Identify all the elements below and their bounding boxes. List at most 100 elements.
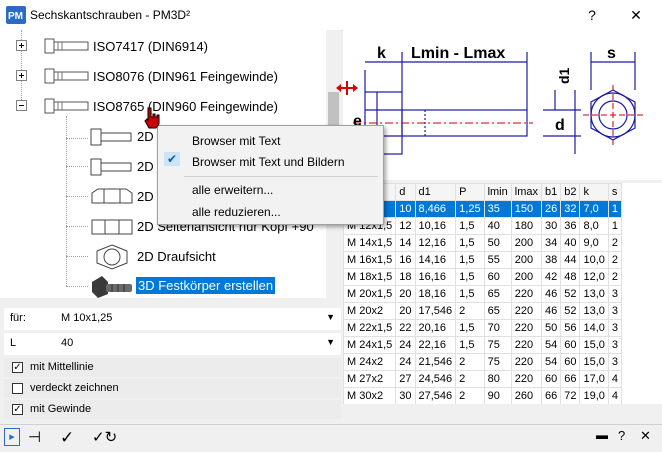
checkbox-verdeckt[interactable]: verdeckt zeichnen xyxy=(4,379,341,398)
table-row[interactable]: M 22x1,5 22 20,16 1,5 70 220 50 56 14,0 3 xyxy=(343,319,623,337)
table-header-cell[interactable]: b1 xyxy=(540,183,562,201)
table-row[interactable]: M 18x1,5 18 16,16 1,5 60 200 42 48 12,0 2 xyxy=(343,268,623,286)
table-cell: 18,16 xyxy=(414,285,457,303)
close-icon[interactable]: ✕ xyxy=(640,428,651,444)
help-icon[interactable]: ? xyxy=(618,428,625,443)
table-cell: 60 xyxy=(560,336,581,354)
length-label: L xyxy=(10,337,17,349)
table-cell: 42 xyxy=(540,268,562,286)
table-cell: 2 xyxy=(455,353,485,371)
expand-icon[interactable] xyxy=(16,70,27,81)
table-cell: 13,0 xyxy=(579,285,609,303)
menu-item-expand-all[interactable]: alle erweitern... xyxy=(192,183,273,197)
checkbox[interactable]: ✓ xyxy=(12,404,23,415)
table-cell: M 20x2 xyxy=(343,302,397,320)
menu-separator xyxy=(184,176,378,177)
table-header-cell[interactable]: lmax xyxy=(510,183,542,201)
table-cell: 9,0 xyxy=(579,234,609,252)
table-cell: 20 xyxy=(395,302,416,320)
table-cell: 40 xyxy=(483,217,512,235)
dim-k: k xyxy=(377,45,386,62)
minimize-icon[interactable]: ▬ xyxy=(596,428,608,442)
table-horizontal-scrollbar[interactable] xyxy=(343,404,662,419)
table-row[interactable]: 1,25108,4661,253515026327,01 xyxy=(343,200,623,218)
length-select[interactable]: L 40 ▼ xyxy=(4,333,341,355)
table-cell: 1,5 xyxy=(455,251,485,269)
table-cell: 4 xyxy=(607,370,623,388)
table-cell: 1,5 xyxy=(455,234,485,252)
table-cell: 30 xyxy=(540,217,562,235)
table-cell: 1,5 xyxy=(455,319,485,337)
table-cell: 3 xyxy=(607,285,623,303)
bolt-side-icon xyxy=(90,158,132,176)
table-cell: 48 xyxy=(560,268,581,286)
table-cell: 40 xyxy=(560,234,581,252)
table-cell: 1,5 xyxy=(455,336,485,354)
help-button[interactable]: ? xyxy=(572,4,612,26)
table-cell: 16 xyxy=(395,251,416,269)
table-row[interactable]: M 12x1,5 12 10,16 1,5 40 180 30 36 8,0 1 xyxy=(343,217,623,235)
tree-child-label: 2D xyxy=(137,159,154,174)
menu-item-browser-text[interactable]: Browser mit Text xyxy=(192,134,280,148)
window-title: Sechskantschrauben - PM3D² xyxy=(30,8,191,22)
expand-icon[interactable] xyxy=(16,40,27,51)
table-cell: 220 xyxy=(510,319,542,337)
table-header-cell[interactable]: d xyxy=(395,183,416,201)
table-cell: M 22x1,5 xyxy=(343,319,397,337)
pin-icon[interactable]: ⊣ xyxy=(28,428,41,446)
table-row[interactable]: M 20x2 20 17,546 2 65 220 46 52 13,0 3 xyxy=(343,302,623,320)
bottom-toolbar: ▸ ⊣ ✓ ✓↻ ▬ ? ✕ xyxy=(0,424,662,452)
table-cell: 150 xyxy=(510,200,542,218)
table-cell: 3 xyxy=(607,319,623,337)
table-cell: 54 xyxy=(540,353,562,371)
checkbox-gewinde[interactable]: ✓ mit Gewinde xyxy=(4,400,341,419)
menu-item-collapse-all[interactable]: alle reduzieren... xyxy=(192,205,281,219)
table-header-cell[interactable]: k xyxy=(579,183,609,201)
table-row[interactable]: M 24x2 24 21,546 2 75 220 54 60 15,0 3 xyxy=(343,353,623,371)
checkmark-icon: ✔ xyxy=(164,152,180,166)
table-cell: 20 xyxy=(395,285,416,303)
table-cell: 55 xyxy=(483,251,512,269)
table-row[interactable]: M 27x2 27 24,546 2 80 220 60 66 17,0 4 xyxy=(343,370,623,388)
apply-continue-icon[interactable]: ✓↻ xyxy=(92,428,117,446)
table-row[interactable]: M 30x2 30 27,546 2 90 260 66 72 19,0 4 xyxy=(343,387,623,405)
table-cell: 26 xyxy=(540,200,562,218)
table-cell: 220 xyxy=(510,302,542,320)
table-row[interactable]: M 20x1,5 20 18,16 1,5 65 220 46 52 13,0 3 xyxy=(343,285,623,303)
confirm-check-icon[interactable]: ✓ xyxy=(60,428,74,448)
table-cell: 1,5 xyxy=(455,285,485,303)
table-cell: 34 xyxy=(540,234,562,252)
table-cell: 46 xyxy=(540,285,562,303)
table-cell: 1,5 xyxy=(455,217,485,235)
table-header-cell[interactable]: P xyxy=(455,183,485,201)
table-cell: 17,0 xyxy=(579,370,609,388)
table-cell: 2 xyxy=(607,251,623,269)
table-cell: 20,16 xyxy=(414,319,457,337)
dropdown-arrow-icon: ▼ xyxy=(326,337,335,347)
panel-toggle-icon[interactable]: ▸ xyxy=(4,428,20,446)
collapse-icon[interactable] xyxy=(16,100,27,111)
checkbox-label: mit Gewinde xyxy=(30,403,92,415)
table-cell: M 16x1,5 xyxy=(343,251,397,269)
length-value: 40 xyxy=(61,337,74,349)
table-row[interactable]: M 24x1,5 24 22,16 1,5 75 220 54 60 15,0 3 xyxy=(343,336,623,354)
table-header-cell[interactable]: b2 xyxy=(560,183,581,201)
menu-item-browser-text-images[interactable]: Browser mit Text und Bildern xyxy=(192,155,345,169)
checkbox-mittellinie[interactable]: ✓ mit Mittellinie xyxy=(4,358,341,377)
table-row[interactable]: M 16x1,5 16 14,16 1,5 55 200 38 44 10,0 2 xyxy=(343,251,623,269)
checkbox[interactable]: ✓ xyxy=(12,362,23,373)
table-header-cell[interactable]: lmin xyxy=(483,183,512,201)
dimension-table[interactable]: dd1Plminlmaxb1b2ks 1,25108,4661,25351502… xyxy=(343,183,662,419)
table-row[interactable]: M 14x1,5 14 12,16 1,5 50 200 34 40 9,0 2 xyxy=(343,234,623,252)
table-cell: 200 xyxy=(510,251,542,269)
hand-cursor-icon xyxy=(144,107,160,129)
close-button[interactable]: ✕ xyxy=(616,4,656,26)
table-cell: 14,16 xyxy=(414,251,457,269)
table-cell: 19,0 xyxy=(579,387,609,405)
resize-splitter-icon[interactable] xyxy=(336,80,358,96)
table-header-cell[interactable]: d1 xyxy=(414,183,457,201)
fuer-select[interactable]: für: M 10x1,25 ▼ xyxy=(4,308,341,330)
checkbox[interactable] xyxy=(12,383,23,394)
table-cell: 27 xyxy=(395,370,416,388)
table-header-cell[interactable]: s xyxy=(607,183,623,201)
